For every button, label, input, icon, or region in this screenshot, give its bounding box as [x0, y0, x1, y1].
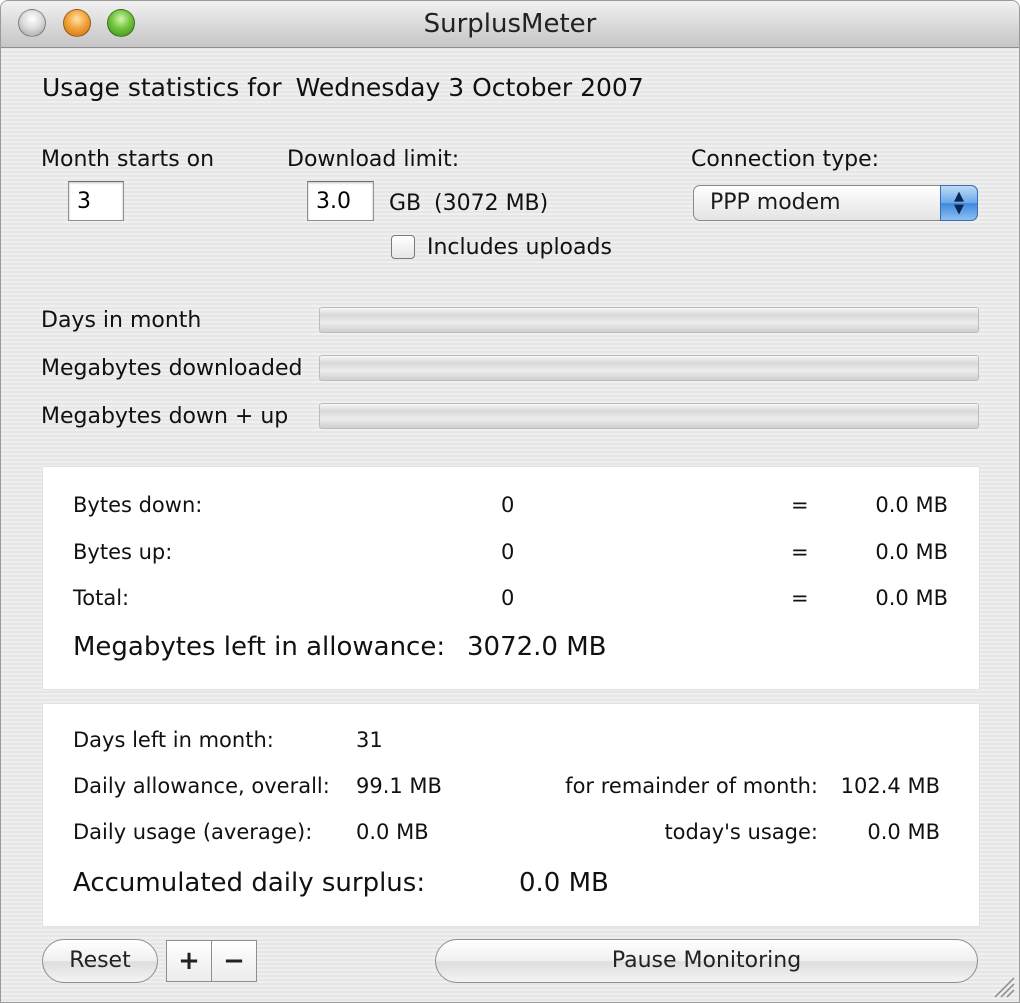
remainder-value: 102.4 MB [840, 774, 940, 798]
resize-grip-icon[interactable] [989, 972, 1015, 998]
download-limit-field[interactable] [307, 181, 374, 221]
bytes-up-equals: = [791, 540, 809, 564]
connection-type-label: Connection type: [691, 147, 880, 172]
daily-average-value: 0.0 MB [356, 820, 429, 844]
days-left-label: Days left in month: [73, 728, 274, 752]
plus-button[interactable]: + [166, 940, 212, 982]
usage-title-label: Usage statistics for [42, 73, 282, 102]
download-limit-mb: (3072 MB) [434, 191, 549, 216]
surplus-value: 0.0 MB [519, 868, 609, 898]
days-left-value: 31 [356, 728, 383, 752]
connection-type-value: PPP modem [710, 190, 841, 215]
minus-button[interactable]: − [211, 940, 257, 982]
download-limit-unit: GB [389, 191, 422, 216]
today-usage-label: today's usage: [664, 820, 818, 844]
days-in-month-meter [319, 307, 979, 333]
usage-date: Wednesday 3 October 2007 [295, 73, 644, 102]
allowance-left-label: Megabytes left in allowance: [73, 632, 446, 662]
month-starts-label: Month starts on [41, 147, 215, 172]
month-start-field[interactable] [68, 181, 124, 221]
meter-label-downloaded: Megabytes downloaded [41, 356, 303, 381]
reset-button[interactable]: Reset [42, 939, 158, 983]
bytes-up-mb: 0.0 MB [875, 540, 948, 564]
daily-overall-value: 99.1 MB [356, 774, 442, 798]
surplus-label: Accumulated daily surplus: [73, 868, 426, 898]
usage-title: Usage statistics for Wednesday 3 October… [42, 73, 644, 102]
bytes-down-equals: = [791, 493, 809, 517]
bytes-down-mb: 0.0 MB [875, 493, 948, 517]
remainder-label: for remainder of month: [565, 774, 818, 798]
daily-average-label: Daily usage (average): [73, 820, 313, 844]
megabytes-downloaded-meter [319, 355, 979, 381]
bytes-panel: Bytes down: 0 = 0.0 MB Bytes up: 0 = 0.0… [42, 466, 980, 690]
total-label: Total: [73, 586, 130, 610]
meter-label-days: Days in month [41, 308, 202, 333]
daily-overall-label: Daily allowance, overall: [73, 774, 330, 798]
bytes-down-label: Bytes down: [73, 493, 203, 517]
today-usage-value: 0.0 MB [867, 820, 940, 844]
window-title: SurplusMeter [423, 9, 597, 39]
meter-label-downup: Megabytes down + up [41, 404, 289, 429]
pause-monitoring-button[interactable]: Pause Monitoring [435, 939, 978, 983]
megabytes-down-up-meter [319, 403, 979, 429]
bytes-down-count: 0 [501, 493, 515, 517]
download-limit-label: Download limit: [287, 147, 460, 172]
total-count: 0 [501, 586, 515, 610]
total-equals: = [791, 586, 809, 610]
total-mb: 0.0 MB [875, 586, 948, 610]
allowance-left-value: 3072.0 MB [467, 632, 607, 662]
title-bar[interactable]: SurplusMeter [1, 1, 1019, 48]
popup-arrows-icon[interactable]: ▲ ▼ [940, 185, 978, 221]
connection-type-popup[interactable]: PPP modem ▲ ▼ [693, 185, 978, 221]
bytes-up-label: Bytes up: [73, 540, 173, 564]
app-window: SurplusMeter Usage statistics for Wednes… [0, 0, 1020, 1003]
daily-panel: Days left in month: 31 Daily allowance, … [42, 703, 980, 927]
bytes-up-count: 0 [501, 540, 515, 564]
includes-uploads-label[interactable]: Includes uploads [427, 235, 612, 260]
includes-uploads-checkbox[interactable] [391, 235, 415, 259]
